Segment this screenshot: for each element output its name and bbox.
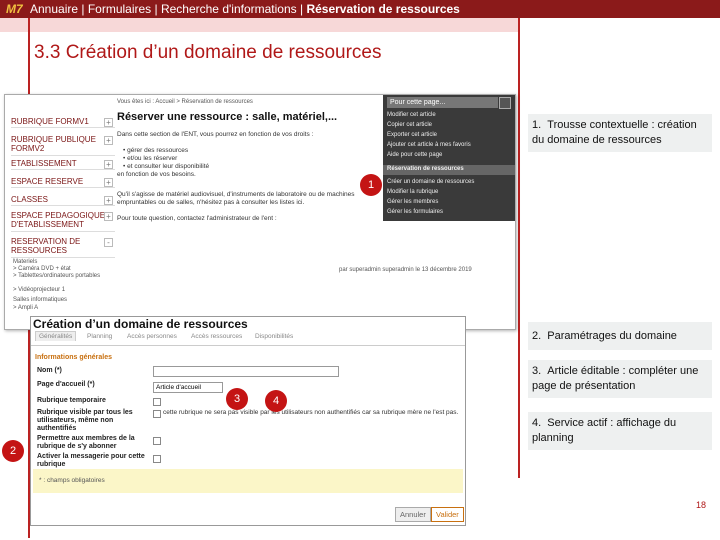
callout-text: 4. Service actif : affichage du planning [532,417,677,444]
sidebar-item-formv1[interactable]: RUBRIQUE FORMV1 + [11,117,115,128]
validate-button[interactable]: Valider [431,507,464,522]
header-nav: Annuaire | Formulaires | Recherche d'inf… [30,2,460,16]
sidebar-sub-item[interactable]: Salles informatiques [13,297,67,304]
required-note-box: * : champs obligatoires [33,469,463,493]
page-number: 18 [696,500,707,510]
visibility-note: cette rubrique ne sera pas visible par l… [163,409,459,416]
bullet-item: • gérer des ressources [123,147,189,154]
callout-text: 1. Trousse contextuelle : création du do… [532,119,697,146]
menu-icon[interactable] [499,97,511,109]
sidebar-item-classes[interactable]: CLASSES + [11,195,115,206]
menu-item[interactable]: Exporter cet article [387,132,437,138]
field-label: Page d'accueil (*) [37,381,95,388]
field-label: Rubrique temporaire [37,397,106,404]
callout-4: 4. Service actif : affichage du planning [528,412,712,450]
messaging-checkbox[interactable] [153,455,161,463]
article-text: Qu'il s'agisse de matériel audiovisuel, … [117,191,355,198]
callout-text: 2. Paramétrages du domaine [532,330,677,342]
visible-checkbox[interactable] [153,410,161,418]
subscribe-checkbox[interactable] [153,437,161,445]
menu-item[interactable]: Ajouter cet article à mes favoris [387,142,471,148]
bullet-item: • et consulter leur disponibilité [123,163,210,170]
context-toolbox: Pour cette page... Modifier cet article … [383,95,515,221]
sidebar-sub-item[interactable]: > Tablettes/ordinateurs portables [13,273,100,280]
sidebar: RUBRIQUE FORMV1 + RUBRIQUE PUBLIQUE FORMV… [9,95,115,329]
field-label: Rubrique visible par tous les utilisateu… [37,409,133,432]
tab-planning[interactable]: Planning [87,333,112,340]
field-label: Permettre aux membres de la rubrique de … [37,435,135,450]
tab-bar: Généralités Planning Accès personnes Acc… [31,331,465,346]
sidebar-item-formv2[interactable]: RUBRIQUE PUBLIQUE FORMV2 + [11,135,115,156]
badge-1: 1 [360,174,382,196]
tab-acces-ressources[interactable]: Accès ressources [191,333,242,340]
menu-item[interactable]: Gérer les membres [387,199,438,205]
section-title: 3.3 Création d’un domaine de ressources [34,42,382,63]
badge-3: 3 [226,388,248,410]
callout-text: 3. Article éditable : compléter une page… [532,365,699,392]
sidebar-sub-item[interactable]: > Ampli A [13,305,38,312]
temporary-checkbox[interactable] [153,398,161,406]
callout-2: 2. Paramétrages du domaine [528,322,712,350]
field-label: Activer la messagerie pour cette rubriqu… [37,453,145,468]
homepage-select[interactable]: Article d'accueil [153,382,223,393]
article-byline: par superadmin superadmin le 13 décembre… [339,267,472,273]
sidebar-item-etablissement[interactable]: ETABLISSEMENT + [11,159,115,170]
logo: M7 [6,2,23,16]
toolbox-title: Pour cette page... [387,97,498,108]
sidebar-item-espace-reserve[interactable]: ESPACE RESERVE + [11,177,115,188]
menu-item[interactable]: Modifier cet article [387,112,436,118]
sidebar-sub-item[interactable]: > Caméra DVD + état [13,266,71,273]
article-content: Vous êtes ici : Accueil > Réservation de… [117,95,472,329]
breadcrumb: Vous êtes ici : Accueil > Réservation de… [117,99,253,105]
article-text: Pour toute question, contactez l'adminis… [117,215,277,222]
expand-icon[interactable]: + [104,212,113,221]
menu-section: Réservation de ressources [387,166,464,172]
header-strip [0,18,520,32]
sidebar-item-espace-pedagogique[interactable]: ESPACE PEDAGOGIQUE D'ETABLISSEMENT + [11,211,115,232]
right-divider [518,18,520,478]
article-text: en fonction de vos besoins. [117,171,196,178]
tab-acces-personnes[interactable]: Accès personnes [127,333,177,340]
nav-links: Annuaire | Formulaires | Recherche d'inf… [30,2,307,16]
badge-2: 2 [2,440,24,462]
menu-item[interactable]: Aide pour cette page [387,152,442,158]
sidebar-sub-item[interactable]: Materiels [13,259,37,266]
article-text: empruntables ou de salles, n'hésitez pas… [117,199,305,206]
tab-generalites[interactable]: Généralités [35,331,77,341]
form-title: Création d’un domaine de ressources [33,317,248,331]
expand-icon[interactable]: + [104,136,113,145]
expand-icon[interactable]: + [104,160,113,169]
menu-item[interactable]: Copier cet article [387,122,432,128]
cancel-button[interactable]: Annuler [395,507,431,522]
section-heading: Informations générales [35,354,113,361]
menu-item[interactable]: Modifier la rubrique [387,189,438,195]
expand-icon[interactable]: + [104,178,113,187]
sidebar-item-reservation[interactable]: RESERVATION DE RESSOURCES - [11,237,115,258]
expand-icon[interactable]: + [104,118,113,127]
required-note: * : champs obligatoires [39,477,105,484]
sidebar-sub-item[interactable]: > Vidéoprojecteur 1 [13,287,65,294]
menu-item[interactable]: Gérer les formulaires [387,209,443,215]
callout-3: 3. Article éditable : compléter une page… [528,360,712,398]
article-intro: Dans cette section de l'ENT, vous pourre… [117,131,314,138]
name-input[interactable] [153,366,339,377]
nav-current: Réservation de ressources [306,2,460,16]
article-title: Réserver une ressource : salle, matériel… [117,111,338,123]
badge-4: 4 [265,390,287,412]
domain-form-screenshot: Création d’un domaine de ressources Géné… [30,316,466,526]
ent-page-screenshot: RUBRIQUE FORMV1 + RUBRIQUE PUBLIQUE FORMV… [4,94,516,330]
field-label: Nom (*) [37,367,62,374]
collapse-icon[interactable]: - [104,238,113,247]
callout-1: 1. Trousse contextuelle : création du do… [528,114,712,152]
form-footer: Annuler Valider [31,503,465,525]
form-body: Nom (*) Page d'accueil (*) Article d'acc… [33,363,463,468]
menu-item-create-domain[interactable]: Créer un domaine de ressources [387,179,474,185]
bullet-item: • et/ou les réserver [123,155,178,162]
tab-disponibilites[interactable]: Disponibilités [255,333,293,340]
expand-icon[interactable]: + [104,196,113,205]
